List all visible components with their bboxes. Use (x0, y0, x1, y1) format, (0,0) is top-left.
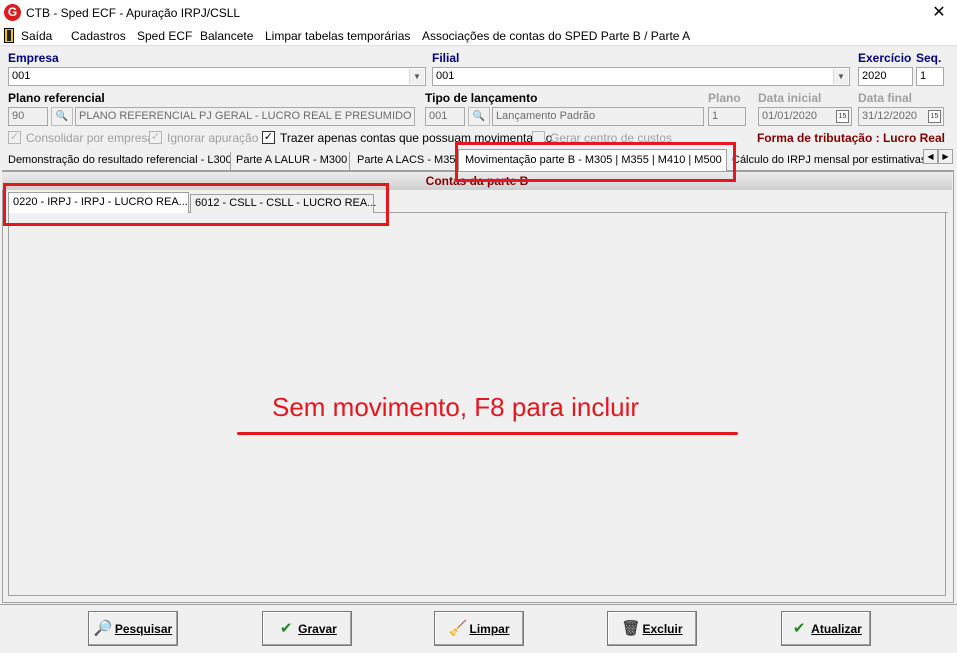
panel-header: Contas da parte B (2, 172, 952, 190)
binoculars-search-icon: 🔍 (468, 107, 490, 126)
tab-parte-a-lalur[interactable]: Parte A LALUR - M300 (233, 152, 350, 170)
ignorar-label: Ignorar apuração (167, 131, 259, 145)
gravar-button[interactable]: ✔ Gravar (262, 611, 352, 646)
title-bar: G CTB - Sped ECF - Apuração IRPJ/CSLL ✕ (0, 0, 957, 26)
gerar-checkbox (532, 131, 545, 144)
tab-calculo-irpj[interactable]: Cálculo do IRPJ mensal por estimativas - (729, 152, 923, 170)
atualizar-label: Atualizar (811, 622, 862, 636)
tipo-lancamento-desc: Lançamento Padrão (492, 107, 704, 126)
annotation-underline (237, 432, 738, 435)
tab-scroll-right-icon[interactable]: ▶ (938, 149, 953, 164)
limpar-button[interactable]: 🧹 Limpar (434, 611, 524, 646)
menu-saida[interactable]: Saída (21, 29, 52, 43)
tab-scroll-left-icon[interactable]: ◀ (923, 149, 938, 164)
empresa-select[interactable]: 001 ▼ (8, 67, 426, 86)
plano-label: Plano (708, 91, 741, 105)
data-inicial-label: Data inicial (758, 91, 822, 105)
gravar-label: Gravar (298, 622, 337, 636)
menu-sped-ecf[interactable]: Sped ECF (137, 29, 192, 43)
binoculars-search-icon: 🔍 (51, 107, 73, 126)
chevron-down-icon[interactable]: ▼ (409, 69, 424, 84)
consolidar-checkbox: ✓ (8, 131, 21, 144)
atualizar-button[interactable]: ✔ Atualizar (781, 611, 871, 646)
close-button[interactable]: ✕ (929, 3, 949, 23)
checkmark-icon: ✔ (279, 620, 293, 637)
data-final-label: Data final (858, 91, 913, 105)
tab-parte-a-lacs[interactable]: Parte A LACS - M350 (354, 152, 458, 170)
trazer-label: Trazer apenas contas que possuam movimen… (280, 131, 553, 145)
gerar-label: Gerar centro de custos (550, 131, 673, 145)
filial-value: 001 (436, 70, 455, 82)
annotation-text: Sem movimento, F8 para incluir (272, 392, 640, 422)
tab-demonstracao-l300[interactable]: Demonstração do resultado referencial - … (5, 152, 231, 170)
plano-value: 1 (708, 107, 746, 126)
excluir-button[interactable]: 🗑 Excluir (607, 611, 697, 646)
menu-balancete[interactable]: Balancete (200, 29, 253, 43)
consolidar-label: Consolidar por empresa (26, 131, 155, 145)
chevron-down-icon[interactable]: ▼ (833, 69, 848, 84)
inner-tab-irpj[interactable]: 0220 - IRPJ - IRPJ - LUCRO REA... (8, 192, 189, 213)
app-logo-icon: G (4, 4, 21, 21)
tab-movimentacao-parte-b[interactable]: Movimentação parte B - M305 | M355 | M41… (458, 149, 727, 171)
checkmark-icon: ✔ (792, 620, 806, 637)
plano-referencial-desc: PLANO REFERENCIAL PJ GERAL - LUCRO REAL … (75, 107, 415, 126)
data-final-value: 31/12/2020 (862, 110, 918, 122)
empresa-value: 001 (12, 70, 31, 82)
data-final-input: 31/12/2020 15 (858, 107, 944, 126)
plano-referencial-label: Plano referencial (8, 91, 105, 105)
trazer-checkbox[interactable]: ✓ (262, 131, 275, 144)
calendar-icon: 15 (836, 110, 849, 123)
menu-associacoes[interactable]: Associações de contas do SPED Parte B / … (422, 29, 690, 43)
empresa-label: Empresa (8, 51, 59, 65)
exit-door-icon[interactable] (4, 28, 14, 43)
tipo-lancamento-label: Tipo de lançamento (425, 91, 538, 105)
calendar-icon: 15 (928, 110, 941, 123)
filial-label: Filial (432, 51, 460, 65)
menu-limpar-tabelas[interactable]: Limpar tabelas temporárias (265, 29, 410, 43)
pesquisar-button[interactable]: 🔎 Pesquisar (88, 611, 178, 646)
plano-referencial-code: 90 (8, 107, 48, 126)
exercicio-input[interactable]: 2020 (858, 67, 913, 86)
broom-icon: 🧹 (448, 620, 468, 637)
data-inicial-input: 01/01/2020 15 (758, 107, 852, 126)
window-title: CTB - Sped ECF - Apuração IRPJ/CSLL (26, 6, 241, 20)
excluir-label: Excluir (642, 622, 683, 636)
exercicio-label: Exercício (858, 51, 912, 65)
pesquisar-label: Pesquisar (114, 622, 173, 636)
tipo-lancamento-code: 001 (425, 107, 465, 126)
forma-tributacao: Forma de tributação : Lucro Real (756, 131, 945, 145)
seq-input[interactable]: 1 (916, 67, 944, 86)
search-icon: 🔎 (93, 620, 113, 637)
data-inicial-value: 01/01/2020 (762, 110, 818, 122)
menu-cadastros[interactable]: Cadastros (71, 29, 126, 43)
menu-bar: Saída Cadastros Sped ECF Balancete Limpa… (0, 26, 957, 46)
inner-tab-csll[interactable]: 6012 - CSLL - CSLL - LUCRO REA... (190, 194, 376, 213)
main-tabstrip: Demonstração do resultado referencial - … (2, 149, 954, 171)
inner-tabstrip: 0220 - IRPJ - IRPJ - LUCRO REA... 6012 -… (8, 192, 948, 213)
filial-select[interactable]: 001 ▼ (432, 67, 850, 86)
seq-label: Seq. (916, 51, 942, 65)
ignorar-checkbox: ✓ (149, 131, 162, 144)
trash-icon: 🗑 (621, 620, 641, 637)
limpar-label: Limpar (469, 622, 510, 636)
